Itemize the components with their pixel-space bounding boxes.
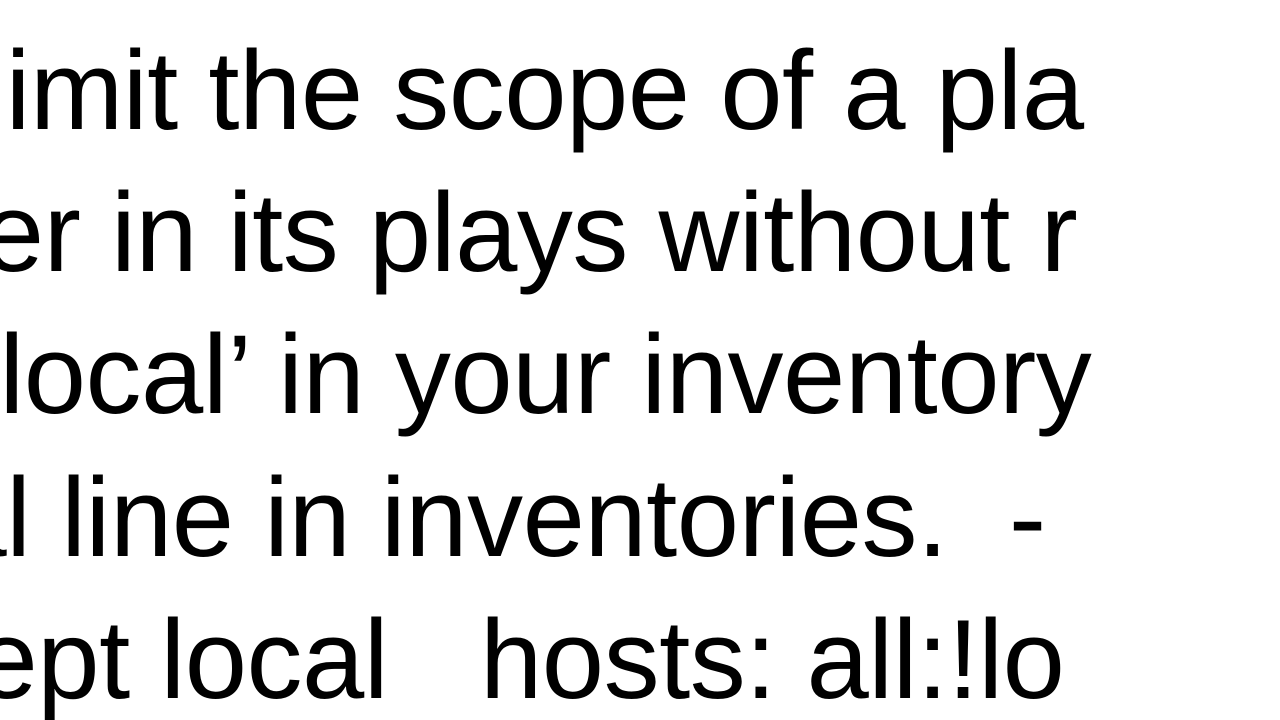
text-line-3: l ‘local’ in your inventory <box>0 304 1280 446</box>
text-line-4: ial line in inventories. - <box>0 447 1280 589</box>
document-viewport: limit the scope of a pla der in its play… <box>0 0 1280 720</box>
text-line-2: der in its plays without r <box>0 162 1280 304</box>
text-line-1: limit the scope of a pla <box>0 20 1280 162</box>
document-text: limit the scope of a pla der in its play… <box>0 20 1280 720</box>
text-line-5: cept local hosts: all:!lo <box>0 589 1280 720</box>
